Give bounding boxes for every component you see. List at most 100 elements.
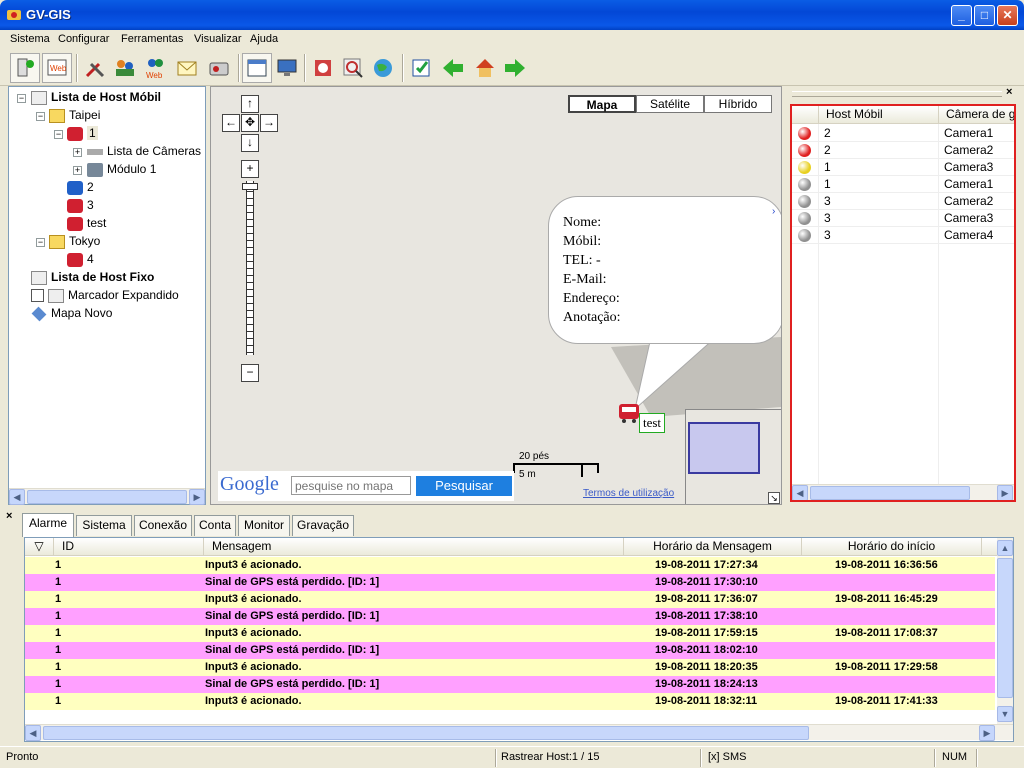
web-icon[interactable]: Web [42,53,72,83]
alarm-row[interactable]: 1 Input3 é acionado. 19-08-2011 18:20:35 19… [25,659,995,676]
search-map-icon[interactable] [338,53,368,83]
alarm-vertical-scrollbar[interactable]: ▲ ▼ [997,538,1013,724]
host-status-icon[interactable] [10,53,40,83]
tree-host-4[interactable]: 4 [67,250,94,268]
collapse-toggle[interactable]: − [17,94,26,103]
alarm-row[interactable]: 1 Input3 é acionado. 19-08-2011 17:36:07 19… [25,591,995,608]
alarm-row[interactable]: 1 Input3 é acionado. 19-08-2011 17:59:15 19… [25,625,995,642]
pan-center-button[interactable]: ✥ [241,114,259,132]
zoom-in-button[interactable]: + [241,160,259,178]
tree-host-1[interactable]: 1 [67,124,98,142]
alarm-row[interactable]: 1 Sinal de GPS está perdido. [ID: 1] 19-08… [25,608,995,625]
overview-map[interactable]: ↘ [685,409,781,504]
collapse-toggle[interactable]: − [54,130,63,139]
camera-row[interactable]: 2 Camera1 [792,125,1014,142]
monitor-icon[interactable] [272,53,302,83]
home-icon[interactable] [470,53,500,83]
alarm-row[interactable]: 1 Input3 é acionado. 19-08-2011 18:32:11 19… [25,693,995,710]
scroll-thumb[interactable] [810,486,970,500]
zoom-slider[interactable] [246,181,254,355]
scroll-left-button[interactable]: ◀ [9,489,25,505]
tab-monitor[interactable]: Monitor [238,515,290,536]
scroll-down-button[interactable]: ▼ [997,706,1013,722]
map-search-input[interactable] [291,476,411,495]
export-icon[interactable] [308,53,338,83]
tree-fixed-host-list[interactable]: Lista de Host Fixo [31,268,154,286]
scroll-thumb[interactable] [43,726,809,740]
collapse-toggle[interactable]: − [36,112,45,121]
web-users-icon[interactable]: Web [140,53,170,83]
alarm-row[interactable]: 1 Sinal de GPS está perdido. [ID: 1] 19-08… [25,642,995,659]
pan-up-button[interactable]: ↑ [241,95,259,113]
back-arrow-icon[interactable] [438,53,468,83]
scroll-thumb[interactable] [27,490,187,504]
camera-row[interactable]: 1 Camera3 [792,159,1014,176]
tree-new-map[interactable]: Mapa Novo [31,304,112,322]
forward-arrow-icon[interactable] [500,53,530,83]
col-host-mobile[interactable]: Host Móbil [826,107,883,121]
minimize-button[interactable]: _ [951,5,972,26]
tree-host-2[interactable]: 2 [67,178,94,196]
camera-row[interactable]: 3 Camera3 [792,210,1014,227]
menu-visualizar[interactable]: Visualizar [194,33,242,45]
col-message-time[interactable]: Horário da Mensagem [623,538,801,556]
tab-conta[interactable]: Conta [194,515,236,536]
tools-icon[interactable] [80,53,110,83]
expand-toggle[interactable]: + [73,148,82,157]
pan-down-button[interactable]: ↓ [241,134,259,152]
tab-conexao[interactable]: Conexão [134,515,192,536]
log-close-icon[interactable]: × [6,510,12,522]
scroll-right-button[interactable]: ▶ [979,725,995,741]
map-type-hibrido[interactable]: Híbrido [704,95,772,113]
tree-host-3[interactable]: 3 [67,196,94,214]
tree-group-tokyo[interactable]: Tokyo [49,232,100,250]
tab-gravacao[interactable]: Gravação [292,515,354,536]
edit-icon[interactable] [406,53,436,83]
overview-toggle-icon[interactable]: ↘ [768,492,780,504]
tree-host-test[interactable]: test [67,214,106,232]
tree-expanded-marker[interactable]: Marcador Expandido [31,286,179,304]
alarm-row[interactable]: 1 Input3 é acionado. 19-08-2011 17:27:34 19… [25,557,995,574]
scroll-left-button[interactable]: ◀ [792,485,808,500]
menu-ferramentas[interactable]: Ferramentas [121,33,183,45]
scroll-up-button[interactable]: ▲ [997,540,1013,556]
globe-icon[interactable] [368,53,398,83]
alarm-horizontal-scrollbar[interactable]: ◀ ▶ [25,724,1013,741]
tab-alarme[interactable]: Alarme [22,513,74,537]
map-type-mapa[interactable]: Mapa [568,95,636,113]
camera-horizontal-scrollbar[interactable]: ◀ ▶ [792,484,1014,500]
camera-row[interactable]: 3 Camera4 [792,227,1014,244]
terms-link[interactable]: Termos de utilização [583,488,674,499]
users-icon[interactable] [110,53,140,83]
col-id[interactable]: ID [53,538,203,556]
bus-marker-icon[interactable] [617,402,641,424]
map-view[interactable]: ↑ ← ✥ → ↓ + − Mapa Satélite Híbrido Nome… [210,86,782,505]
menu-sistema[interactable]: Sistema [10,33,50,45]
alarm-row[interactable]: 1 Sinal de GPS está perdido. [ID: 1] 19-08… [25,676,995,693]
tree-mobile-host-list[interactable]: Lista de Host Móbil [31,88,161,106]
scroll-thumb[interactable] [997,558,1013,698]
camera-row[interactable]: 2 Camera2 [792,142,1014,159]
pan-right-button[interactable]: → [260,114,278,132]
tree-camera-list[interactable]: Lista de Câmeras [87,142,201,160]
tab-sistema[interactable]: Sistema [76,515,132,536]
scroll-right-button[interactable]: ▶ [997,485,1013,500]
map-type-satelite[interactable]: Satélite [636,95,704,113]
scroll-left-button[interactable]: ◀ [25,725,41,741]
pan-left-button[interactable]: ← [222,114,240,132]
map-search-button[interactable]: Pesquisar [416,476,512,496]
checkbox-icon[interactable] [31,289,44,303]
zoom-slider-handle[interactable] [242,183,258,190]
tree-horizontal-scrollbar[interactable]: ◀ ▶ [9,488,205,505]
menu-ajuda[interactable]: Ajuda [250,33,278,45]
close-button[interactable]: ✕ [997,5,1018,26]
alarm-row[interactable]: 1 Sinal de GPS está perdido. [ID: 1] 19-08… [25,574,995,591]
expand-toggle[interactable]: + [73,166,82,175]
tree-module-1[interactable]: Módulo 1 [87,160,156,178]
filter-icon[interactable]: ▽ [25,538,53,556]
overview-viewport[interactable] [688,422,760,474]
col-camera[interactable]: Câmera de g [946,107,1014,121]
tree-group-taipei[interactable]: Taipei [49,106,100,124]
bubble-expand-icon[interactable]: › [772,207,780,217]
camera-row[interactable]: 1 Camera1 [792,176,1014,193]
